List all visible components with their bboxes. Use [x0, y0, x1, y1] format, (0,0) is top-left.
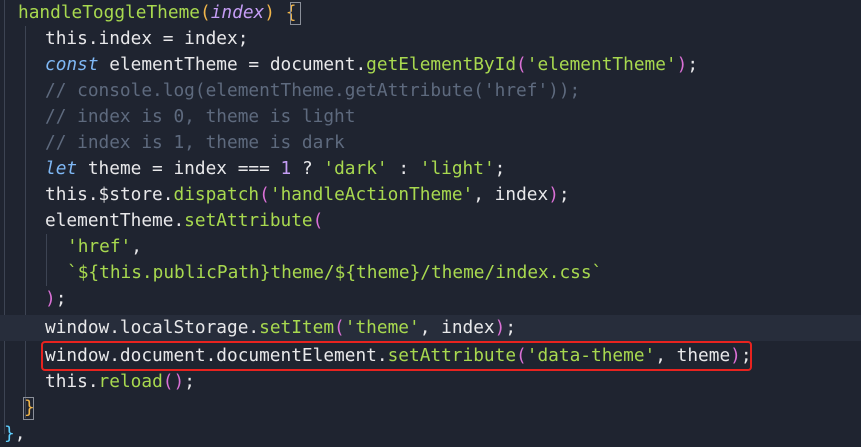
code-token-method: dispatch — [173, 184, 260, 205]
code-token-keyword: const — [45, 54, 99, 75]
code-token-paren2: ( — [259, 184, 270, 205]
code-text: `${this.publicPath}theme/${theme}/theme/… — [67, 260, 602, 286]
code-token-plain: ; — [184, 371, 195, 392]
code-text: // console.log(elementTheme.getAttribute… — [45, 78, 580, 104]
code-token-param: index — [210, 2, 265, 23]
code-token-plain: this — [45, 371, 88, 392]
code-line[interactable]: // index is 1, theme is dark — [0, 130, 861, 156]
code-token-plain: : — [387, 158, 420, 179]
code-token-paren2: ( — [312, 210, 324, 231]
code-line[interactable]: // index is 0, theme is light — [0, 104, 861, 130]
code-token-paren2: ( — [334, 317, 345, 338]
code-text: const elementTheme = document.getElement… — [45, 52, 698, 78]
code-token-plain: ; — [558, 184, 570, 205]
code-token-paren2: ) — [548, 184, 559, 205]
code-token-paren2: ) — [494, 317, 506, 338]
code-token-method: setAttribute — [184, 210, 313, 231]
code-token-number: 1 — [280, 158, 292, 179]
code-token-plain: this — [45, 28, 88, 49]
code-token-string: `${this.publicPath}theme/${theme}/theme/… — [67, 262, 603, 283]
code-token-plain: window.localStorage. — [45, 317, 260, 338]
code-token-plain: .$store. — [87, 184, 174, 205]
code-token-method: reload — [98, 371, 163, 392]
bracket-match-open — [290, 2, 301, 25]
code-line[interactable]: ); — [0, 286, 861, 312]
code-token-comment: // index is 1, theme is dark — [45, 132, 345, 153]
code-editor[interactable]: handleToggleTheme(index) { this.index = … — [0, 0, 861, 447]
code-token-string: 'theme' — [344, 317, 420, 338]
red-highlight-annotation — [41, 341, 752, 371]
bracket-match-close — [23, 397, 34, 420]
code-token-plain: ? — [291, 158, 324, 179]
code-text: handleToggleTheme(index) { — [18, 0, 296, 26]
code-line[interactable]: handleToggleTheme(index) { — [0, 0, 861, 26]
code-token-comment: // index is 0, theme is light — [45, 106, 356, 127]
code-token-comment: // console.log(elementTheme.getAttribute… — [45, 80, 581, 101]
code-token-plain: , — [14, 423, 26, 444]
code-text: window.localStorage.setItem('theme', ind… — [45, 315, 516, 341]
code-token-plain: this — [45, 184, 88, 205]
code-line[interactable]: const elementTheme = document.getElement… — [0, 52, 861, 78]
code-text: 'href', — [67, 234, 142, 260]
code-token-paren2: ( — [162, 371, 174, 392]
code-token-paren: ) — [264, 2, 275, 23]
code-token-plain: elementTheme. — [45, 210, 185, 231]
code-token-paren: ( — [200, 2, 211, 23]
code-text: this.reload(); — [45, 369, 195, 395]
code-token-plain: ; — [55, 288, 67, 309]
code-line[interactable]: } — [0, 395, 861, 421]
code-token-plain: ; — [505, 317, 517, 338]
code-token-plain: elementTheme = document. — [98, 54, 367, 75]
code-token-paren2: ) — [45, 288, 56, 309]
code-token-method: setItem — [259, 317, 335, 338]
code-token-plain: theme = index === — [77, 158, 281, 179]
code-token-paren2: ) — [676, 54, 688, 75]
code-text: elementTheme.setAttribute( — [45, 208, 323, 234]
code-line[interactable]: `${this.publicPath}theme/${theme}/theme/… — [0, 260, 861, 286]
code-text: ); — [45, 286, 66, 312]
code-line-current[interactable]: window.localStorage.setItem('theme', ind… — [0, 315, 861, 341]
code-token-brace2: } — [4, 423, 15, 444]
code-token-plain: . — [87, 371, 99, 392]
code-token-plain: ; — [494, 158, 506, 179]
code-token-plain: , index — [473, 184, 549, 205]
code-token-plain: , index — [419, 317, 495, 338]
code-line[interactable]: }, — [0, 421, 861, 447]
code-line[interactable]: let theme = index === 1 ? 'dark' : 'ligh… — [0, 156, 861, 182]
code-token-string: 'light' — [419, 158, 495, 179]
code-line[interactable]: this.$store.dispatch('handleActionTheme'… — [0, 182, 861, 208]
code-text: // index is 0, theme is light — [45, 104, 355, 130]
code-text: this.index = index; — [45, 26, 248, 52]
code-token-plain: ; — [687, 54, 699, 75]
code-token-string: 'href' — [67, 236, 132, 257]
code-line[interactable]: 'href', — [0, 234, 861, 260]
code-line[interactable]: elementTheme.setAttribute( — [0, 208, 861, 234]
code-token-paren2: ( — [516, 54, 527, 75]
code-token-keyword: let — [45, 158, 78, 179]
code-line[interactable]: this.index = index; — [0, 26, 861, 52]
code-token-string: 'elementTheme' — [526, 54, 677, 75]
code-token-plain: , — [131, 236, 142, 257]
code-token-paren2: ) — [173, 371, 185, 392]
code-text: }, — [4, 421, 25, 447]
code-line[interactable]: // console.log(elementTheme.getAttribute… — [0, 78, 861, 104]
code-text: this.$store.dispatch('handleActionTheme'… — [45, 182, 570, 208]
code-line[interactable]: this.reload(); — [0, 369, 861, 395]
code-text: // index is 1, theme is dark — [45, 130, 345, 156]
code-text: let theme = index === 1 ? 'dark' : 'ligh… — [45, 156, 505, 182]
code-token-string: 'handleActionTheme' — [269, 184, 474, 205]
code-token-method: getElementById — [366, 54, 517, 75]
code-token-string: 'dark' — [323, 158, 388, 179]
code-token-plain: .index = index; — [87, 28, 249, 49]
code-token-func: handleToggleTheme — [18, 2, 200, 23]
